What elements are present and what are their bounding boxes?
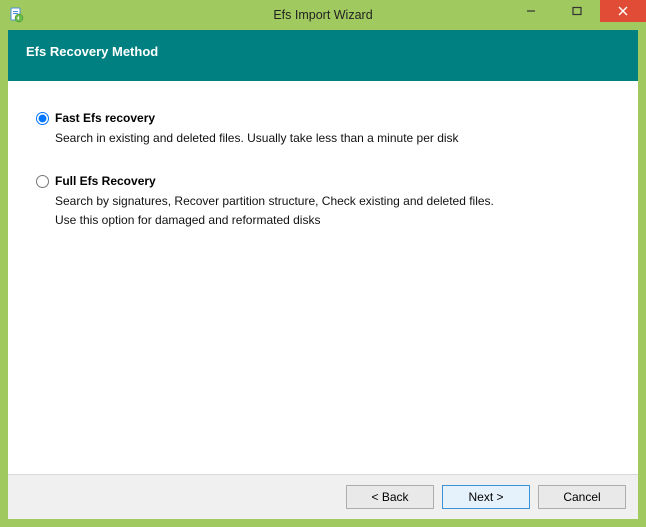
option-full-desc-line1: Search by signatures, Recover partition … xyxy=(55,192,616,211)
window-controls xyxy=(508,0,646,22)
radio-full-label[interactable]: Full Efs Recovery xyxy=(55,174,156,188)
wizard-window: Efs Import Wizard Efs Recovery Method Fa… xyxy=(0,0,646,527)
radio-fast-label[interactable]: Fast Efs recovery xyxy=(55,111,155,125)
back-button[interactable]: < Back xyxy=(346,485,434,509)
cancel-button[interactable]: Cancel xyxy=(538,485,626,509)
maximize-button[interactable] xyxy=(554,0,600,22)
option-fast-desc: Search in existing and deleted files. Us… xyxy=(55,129,616,148)
radio-fast[interactable] xyxy=(36,112,49,125)
wizard-header: Efs Recovery Method xyxy=(8,30,638,81)
window-frame: Efs Recovery Method Fast Efs recovery Se… xyxy=(0,30,646,527)
next-button[interactable]: Next > xyxy=(442,485,530,509)
titlebar: Efs Import Wizard xyxy=(0,0,646,30)
option-full-desc: Search by signatures, Recover partition … xyxy=(55,192,616,230)
minimize-button[interactable] xyxy=(508,0,554,22)
wizard-content: Fast Efs recovery Search in existing and… xyxy=(8,81,638,474)
option-full-desc-line2: Use this option for damaged and reformat… xyxy=(55,211,616,230)
close-button[interactable] xyxy=(600,0,646,22)
option-full: Full Efs Recovery Search by signatures, … xyxy=(36,174,616,230)
wizard-footer: < Back Next > Cancel xyxy=(8,474,638,519)
app-icon xyxy=(8,7,24,23)
radio-full[interactable] xyxy=(36,175,49,188)
wizard-header-title: Efs Recovery Method xyxy=(26,44,158,59)
option-fast: Fast Efs recovery Search in existing and… xyxy=(36,111,616,148)
